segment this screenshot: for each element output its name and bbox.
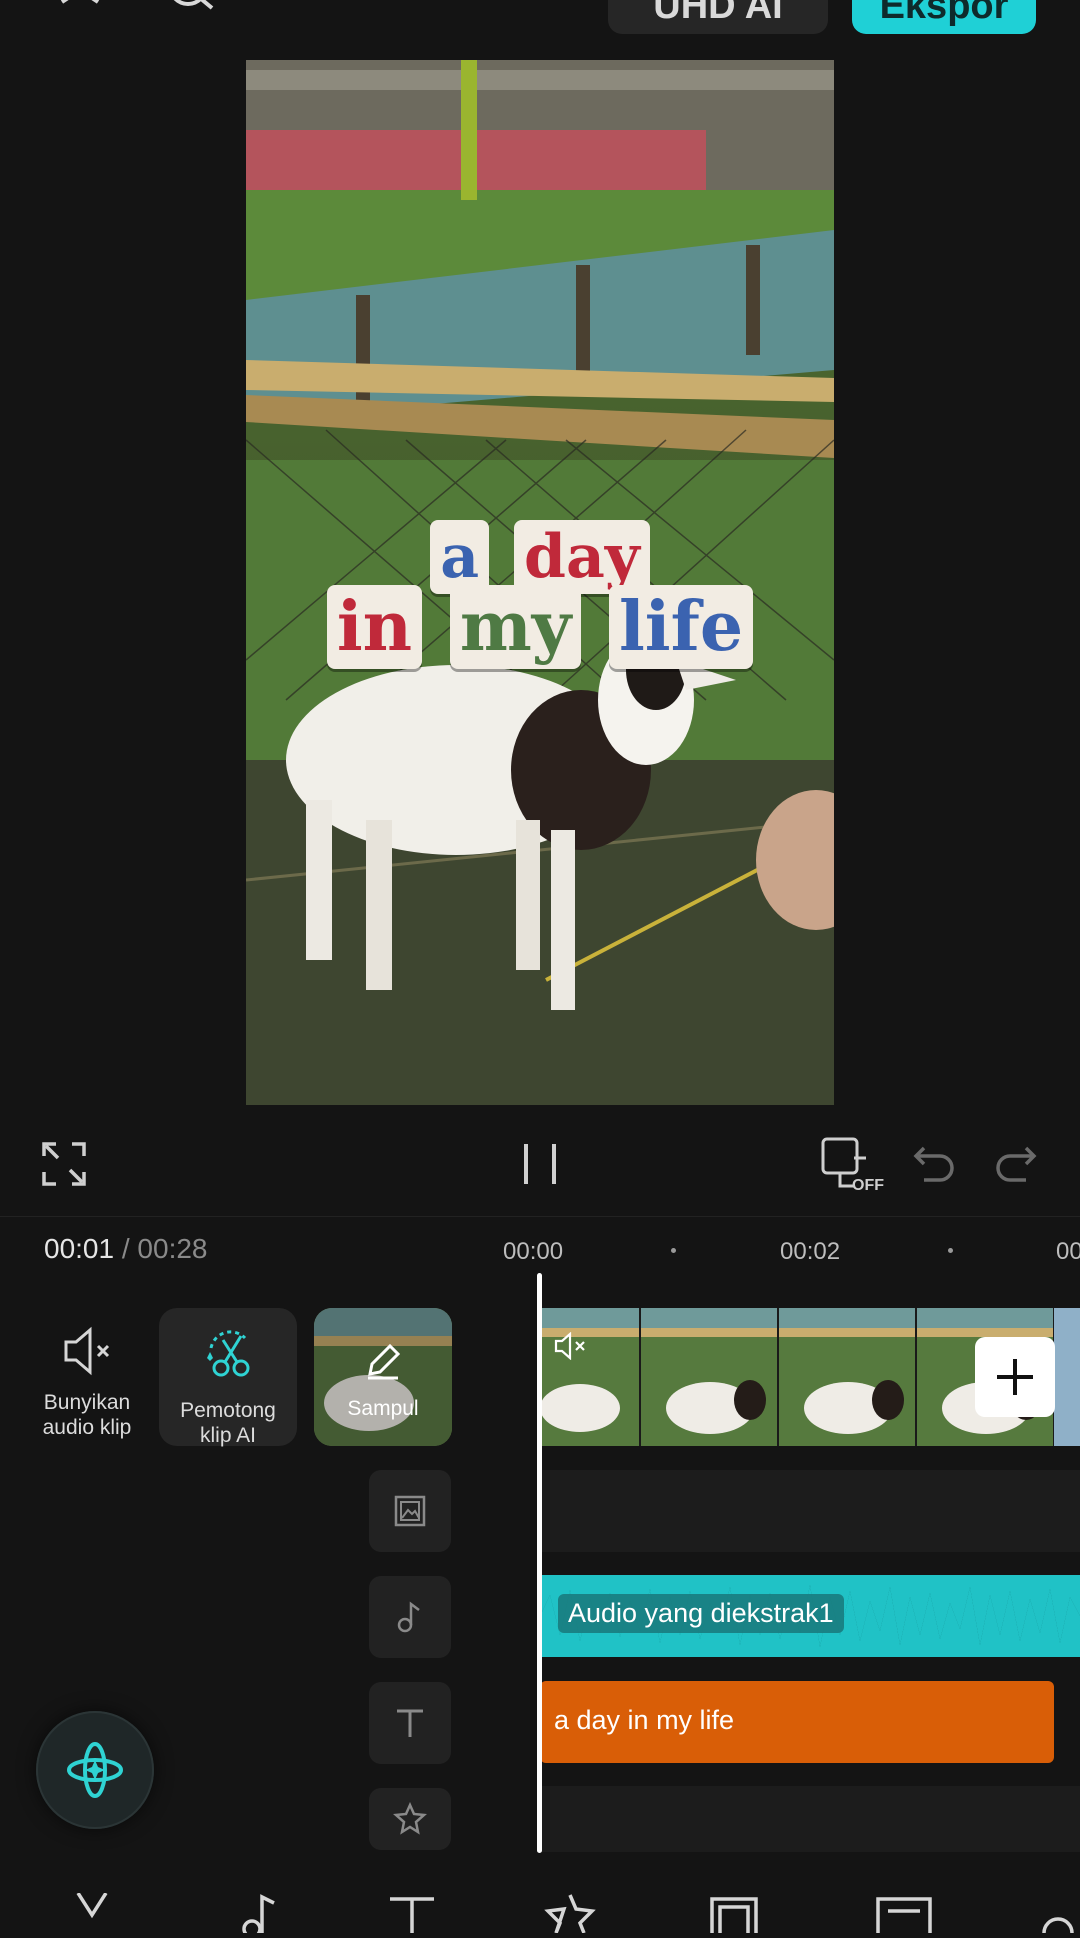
time-separator: / bbox=[121, 1233, 130, 1264]
text-track[interactable]: a day in my life bbox=[540, 1681, 1054, 1763]
audio-clip-label: Audio yang diekstrak1 bbox=[558, 1594, 844, 1633]
speaker-mute-icon bbox=[64, 1326, 110, 1376]
add-overlay-button[interactable] bbox=[369, 1470, 451, 1552]
redo-icon[interactable] bbox=[994, 1144, 1038, 1184]
search-icon[interactable] bbox=[164, 0, 224, 28]
tool-label: Bunyikan bbox=[43, 1391, 131, 1414]
sticker-track[interactable] bbox=[540, 1786, 1080, 1852]
text-icon bbox=[397, 1709, 423, 1737]
pause-icon[interactable] bbox=[520, 1142, 560, 1186]
add-sticker-button[interactable] bbox=[369, 1788, 451, 1850]
audio-tab-icon[interactable] bbox=[226, 1893, 286, 1938]
title-sticker-line2[interactable]: in my life bbox=[246, 585, 834, 669]
unmute-clip-audio-button[interactable]: Bunyikan audio klip bbox=[18, 1308, 156, 1446]
title-word: day bbox=[514, 520, 650, 594]
total-time: 00:28 bbox=[137, 1233, 208, 1264]
ruler-tick-label: 00 bbox=[1056, 1238, 1080, 1265]
ruler-tick-label: 00:02 bbox=[780, 1238, 841, 1265]
title-sticker-line1[interactable]: a day bbox=[246, 520, 834, 594]
cover-button[interactable]: Sampul bbox=[314, 1308, 452, 1446]
ruler-tick-label: 00:00 bbox=[503, 1238, 564, 1265]
ruler-dot bbox=[671, 1248, 676, 1253]
keyframe-off-icon[interactable]: OFF bbox=[820, 1136, 886, 1194]
overlay-track[interactable] bbox=[540, 1470, 1080, 1552]
title-word: a bbox=[430, 520, 490, 594]
title-word: life bbox=[608, 585, 754, 669]
music-note-icon bbox=[397, 1601, 420, 1633]
pencil-icon bbox=[368, 1343, 401, 1380]
sticker-tab-icon[interactable] bbox=[540, 1893, 600, 1934]
more-tab-icon[interactable] bbox=[1036, 1893, 1080, 1934]
playhead[interactable] bbox=[537, 1273, 542, 1853]
add-audio-button[interactable] bbox=[369, 1576, 451, 1658]
sticker-star-icon bbox=[393, 1802, 427, 1835]
plus-icon bbox=[997, 1359, 1033, 1395]
timecode: 00:01 / 00:28 bbox=[44, 1233, 208, 1265]
sparkle-orbit-icon bbox=[67, 1742, 123, 1798]
audio-track[interactable]: Audio yang diekstrak1 bbox=[540, 1575, 1080, 1657]
overlay-image-icon bbox=[394, 1495, 426, 1527]
video-preview[interactable]: a day in my life bbox=[246, 60, 834, 1105]
add-text-button[interactable] bbox=[369, 1682, 451, 1764]
tool-label: Pemotong bbox=[180, 1399, 276, 1422]
edit-scissors-icon[interactable] bbox=[62, 1892, 122, 1933]
uhd-ai-button[interactable]: UHD AI bbox=[608, 0, 828, 34]
clip-muted-icon bbox=[554, 1332, 585, 1360]
undo-icon[interactable] bbox=[912, 1144, 956, 1184]
ai-assistant-button[interactable] bbox=[36, 1711, 154, 1829]
svg-text:OFF: OFF bbox=[852, 1177, 884, 1192]
text-clip-label: a day in my life bbox=[554, 1705, 735, 1735]
export-button[interactable]: Ekspor bbox=[852, 0, 1036, 34]
ruler-dot bbox=[948, 1248, 953, 1253]
fullscreen-icon[interactable] bbox=[42, 1142, 86, 1186]
tool-label: klip AI bbox=[199, 1424, 257, 1447]
ai-clip-cutter-button[interactable]: Pemotong klip AI bbox=[159, 1308, 297, 1447]
ai-scissors-icon bbox=[207, 1330, 250, 1377]
title-word: in bbox=[326, 585, 423, 669]
add-clip-button[interactable] bbox=[975, 1337, 1055, 1417]
divider bbox=[0, 1216, 1080, 1217]
tool-label: Sampul bbox=[347, 1397, 419, 1420]
captions-tab-icon[interactable] bbox=[874, 1893, 934, 1938]
text-tab-icon[interactable] bbox=[382, 1893, 442, 1933]
close-icon[interactable] bbox=[54, 0, 114, 28]
current-time: 00:01 bbox=[44, 1233, 115, 1264]
overlay-tab-icon[interactable] bbox=[704, 1893, 764, 1938]
tool-label: audio klip bbox=[42, 1416, 132, 1439]
title-word: my bbox=[449, 585, 582, 669]
